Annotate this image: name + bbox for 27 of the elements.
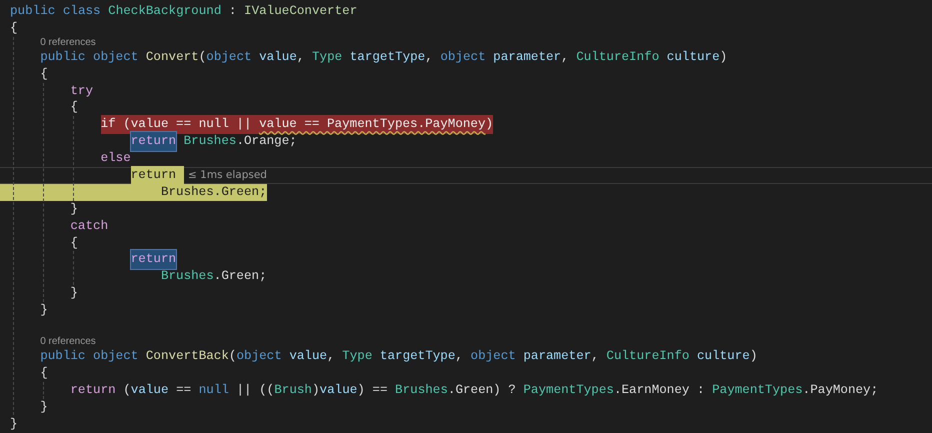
code-text: Brushes.Green; xyxy=(160,268,267,286)
code-text: { xyxy=(40,66,48,83)
code-text: } xyxy=(10,416,18,432)
code-text: } xyxy=(40,302,48,320)
breakpoint-highlight: if (value == null || value == PaymentTypes.PayMoney) xyxy=(100,115,494,134)
code-text: { xyxy=(10,20,18,37)
code-text: public class CheckBackground : IValueConverter xyxy=(10,3,358,20)
code-text: Brushes.Orange; xyxy=(182,133,297,150)
current-statement: Brushes.Green; xyxy=(0,184,267,201)
code-text: public object ConvertBack(object value, Type targetType, object parameter, CultureInfo culture) xyxy=(40,348,758,365)
code-text: } xyxy=(70,285,78,302)
code-text: try xyxy=(70,82,94,100)
perf-tip: ≤ 1ms elapsed xyxy=(188,168,267,183)
code-text: return (value == null || ((Brush)value) == Brushes.Green) ? PaymentTypes.EarnMoney : PaymentTypes.PayMoney; xyxy=(70,382,878,399)
code-text: } xyxy=(40,398,48,416)
reference-highlight: return xyxy=(130,132,176,152)
code-text: catch xyxy=(70,218,108,235)
code-text: } xyxy=(70,200,78,218)
code-text: { xyxy=(70,234,78,252)
current-statement: return xyxy=(130,166,184,185)
code-text: { xyxy=(40,364,48,382)
references-link[interactable]: 0 references xyxy=(40,336,96,348)
reference-highlight: return xyxy=(130,250,176,270)
code-text: { xyxy=(70,99,78,116)
code-text: else xyxy=(100,150,131,168)
references-link[interactable]: 0 references xyxy=(40,36,96,49)
code-text: public object Convert(object value, Type targetType, object parameter, CultureInfo culture) xyxy=(40,48,728,66)
